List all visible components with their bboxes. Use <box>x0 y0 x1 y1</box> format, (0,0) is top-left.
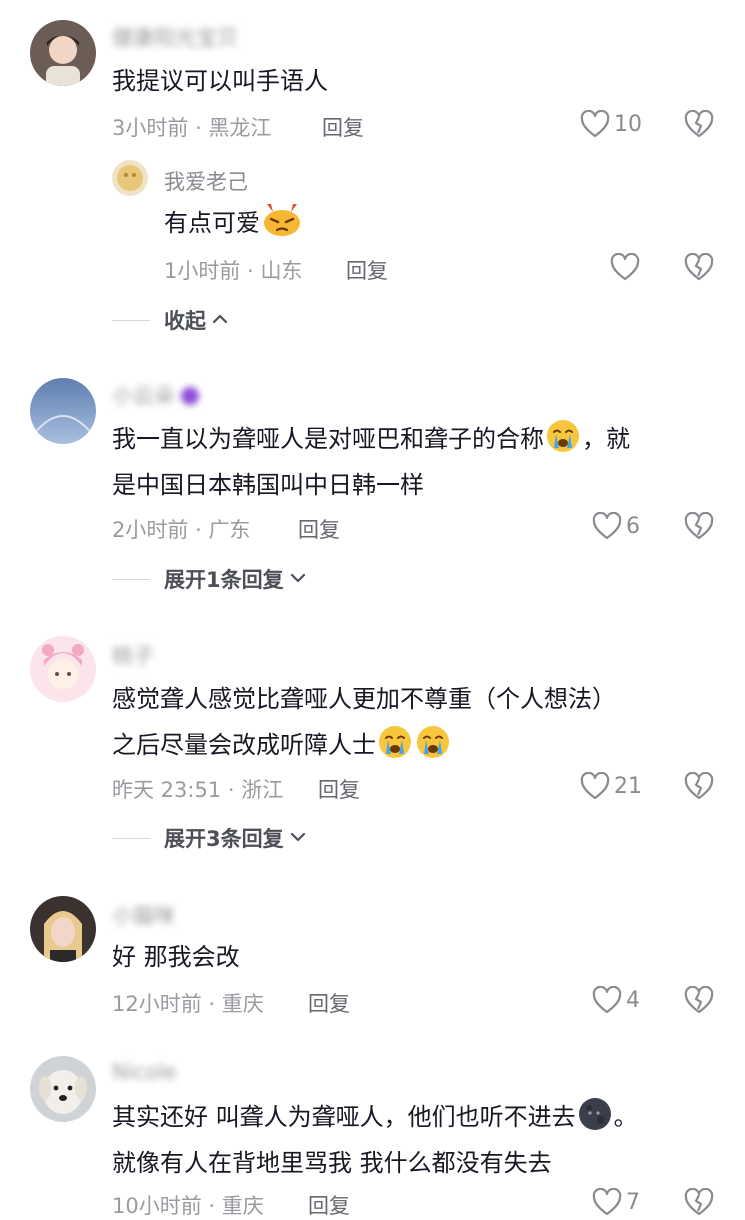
comment-text-line2: 就像有人在背地里骂我 我什么都没有失去 <box>112 1149 552 1177</box>
like-button[interactable]: 6 <box>592 512 640 540</box>
angry-face-emoji <box>261 200 303 253</box>
comment-location: 重庆 <box>221 1194 264 1218</box>
avatar[interactable] <box>30 1056 96 1122</box>
reply-username[interactable]: 我爱老己 <box>164 166 248 196</box>
dislike-icon <box>684 511 714 540</box>
chevron-down-icon <box>290 570 306 588</box>
like-count: 21 <box>614 773 642 799</box>
dislike-icon <box>684 1187 714 1216</box>
comment-username[interactable]: 健康阳光宝贝 <box>112 22 238 52</box>
comment-text: 我提议可以叫手语人 <box>112 67 328 95</box>
comment-location: 浙江 <box>241 778 284 802</box>
comment-meta: 10小时前 · 重庆 <box>112 1194 264 1218</box>
dislike-button[interactable] <box>684 511 714 544</box>
crying-face-emoji <box>415 724 451 775</box>
comment-username[interactable]: Nicole <box>112 1060 177 1084</box>
comment-location: 广东 <box>208 518 251 542</box>
expand-replies-button[interactable]: 展开3条回复 <box>112 823 306 853</box>
avatar[interactable] <box>30 20 96 86</box>
comment-username[interactable]: 桃子 <box>112 640 154 670</box>
reply-button[interactable]: 回复 <box>322 112 364 142</box>
like-count: 10 <box>614 111 642 137</box>
divider <box>112 837 150 839</box>
dislike-icon <box>684 109 714 138</box>
heart-icon <box>592 1188 622 1216</box>
avatar[interactable] <box>30 896 96 962</box>
crying-face-emoji <box>377 724 413 775</box>
heart-icon <box>610 253 640 281</box>
dislike-button[interactable] <box>684 985 714 1018</box>
reply-button[interactable]: 回复 <box>298 514 340 544</box>
collapse-replies-button[interactable]: 收起 <box>112 305 228 335</box>
comment-location: 黑龙江 <box>208 116 272 140</box>
like-button[interactable]: 10 <box>580 110 642 138</box>
reply-location: 山东 <box>260 259 303 283</box>
dislike-icon <box>684 985 714 1014</box>
avatar[interactable] <box>112 160 148 196</box>
comment-time: 12小时前 <box>112 992 202 1016</box>
comment-meta: 12小时前 · 重庆 <box>112 992 264 1016</box>
comment-location: 重庆 <box>221 992 264 1016</box>
reply-time: 1小时前 <box>164 259 241 283</box>
divider <box>112 319 150 321</box>
heart-icon <box>580 772 610 800</box>
comment-time: 2小时前 <box>112 518 189 542</box>
comment-text: 好 那我会改 <box>112 943 240 971</box>
comment-username[interactable]: 小猫咪 <box>112 900 175 930</box>
heart-icon <box>592 512 622 540</box>
expand-replies-button[interactable]: 展开1条回复 <box>112 564 306 594</box>
like-count: 7 <box>626 1189 640 1215</box>
reply-button[interactable]: 回复 <box>318 774 360 804</box>
comment-meta: 3小时前 · 黑龙江 <box>112 116 272 140</box>
dislike-button[interactable] <box>684 1187 714 1220</box>
like-button[interactable]: 21 <box>580 772 642 800</box>
reply-meta: 1小时前 · 山东 <box>164 259 303 283</box>
heart-icon <box>580 110 610 138</box>
comment-time: 10小时前 <box>112 1194 202 1218</box>
avatar[interactable] <box>30 378 96 444</box>
comment-username[interactable]: 小云朵 <box>112 380 199 410</box>
comment-time: 3小时前 <box>112 116 189 140</box>
reply-button[interactable]: 回复 <box>308 988 350 1018</box>
reply-button[interactable]: 回复 <box>346 255 388 285</box>
dark-moon-emoji <box>577 1096 613 1147</box>
like-button[interactable]: 7 <box>592 1188 640 1216</box>
comment-text-line2: 是中国日本韩国叫中日韩一样 <box>112 471 424 499</box>
comment-meta: 昨天 23:51 · 浙江 <box>112 778 284 802</box>
like-count: 4 <box>626 987 640 1013</box>
dislike-button[interactable] <box>684 771 714 804</box>
dislike-icon <box>684 771 714 800</box>
dislike-button[interactable] <box>684 252 714 285</box>
crying-face-emoji <box>545 418 581 469</box>
like-button[interactable] <box>610 253 644 281</box>
chevron-down-icon <box>290 829 306 847</box>
comment-time: 昨天 23:51 <box>112 778 222 802</box>
dislike-button[interactable] <box>684 109 714 142</box>
divider <box>112 578 150 580</box>
comment-meta: 2小时前 · 广东 <box>112 518 251 542</box>
reply-text: 有点可爱 <box>164 200 304 253</box>
avatar[interactable] <box>30 636 96 702</box>
chevron-up-icon <box>212 311 228 329</box>
comment-text: 感觉聋人感觉比聋哑人更加不尊重（个人想法） <box>112 685 616 713</box>
heart-icon <box>592 986 622 1014</box>
reply-button[interactable]: 回复 <box>308 1190 350 1220</box>
like-count: 6 <box>626 513 640 539</box>
comment-text-line2: 之后尽量会改成听障人士 <box>112 722 452 775</box>
like-button[interactable]: 4 <box>592 986 640 1014</box>
dislike-icon <box>684 252 714 281</box>
